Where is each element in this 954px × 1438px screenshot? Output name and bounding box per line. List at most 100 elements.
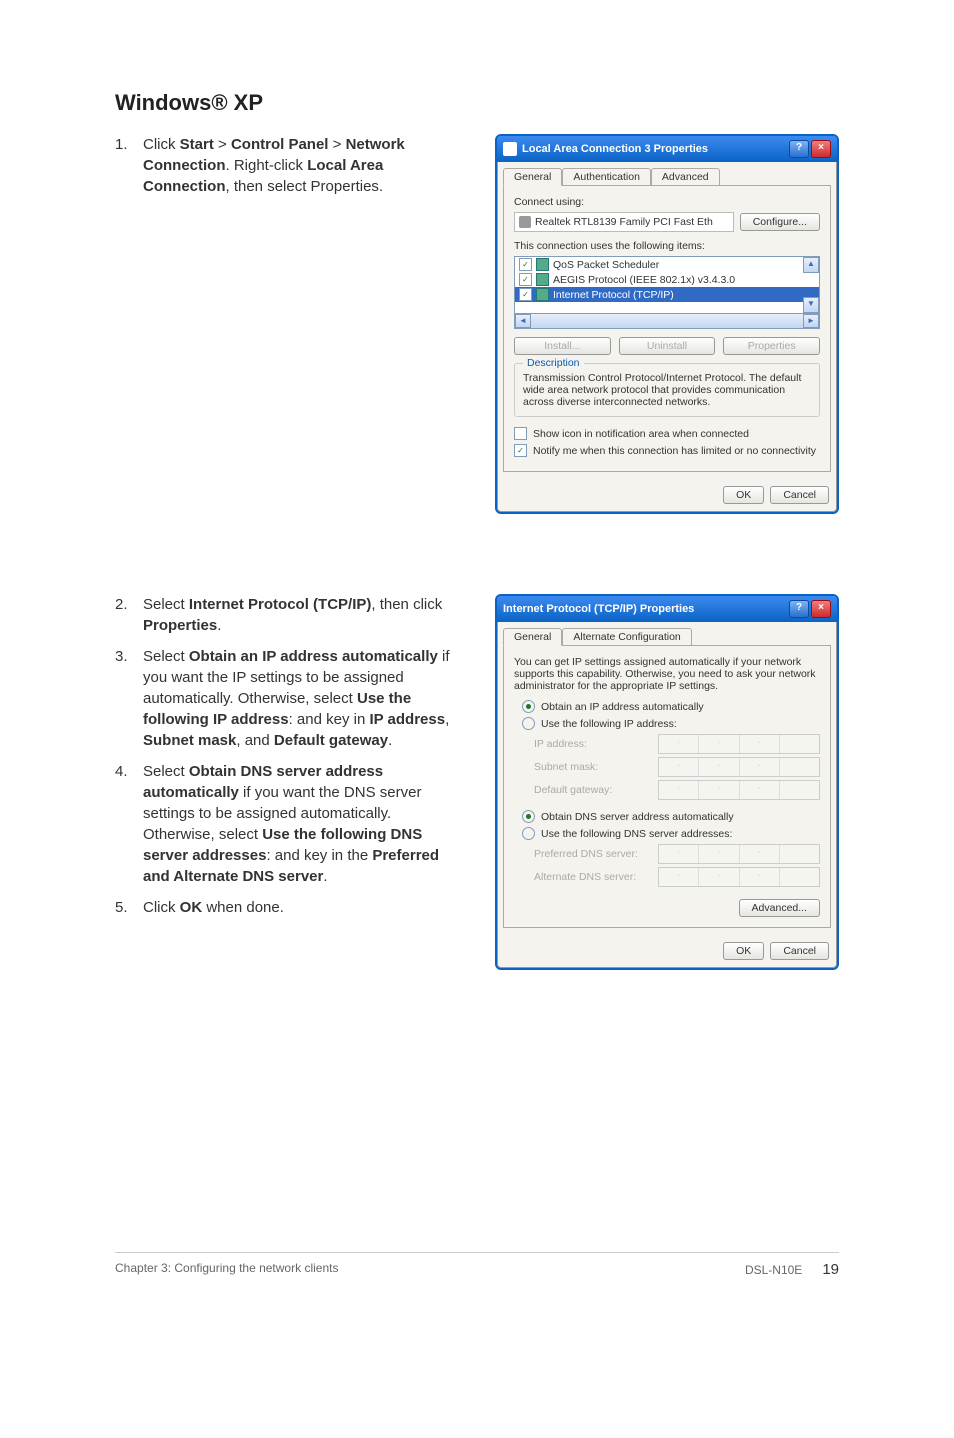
- scroll-down-icon[interactable]: ▼: [803, 297, 819, 313]
- radio-use-ip[interactable]: [522, 717, 535, 730]
- titlebar: Local Area Connection 3 Properties ? ×: [497, 136, 837, 162]
- uses-items-label: This connection uses the following items…: [514, 240, 820, 252]
- checkbox-show-icon[interactable]: ✓: [514, 427, 527, 440]
- cancel-button[interactable]: Cancel: [770, 942, 829, 960]
- help-button[interactable]: ?: [789, 140, 809, 158]
- obtain-dns-label: Obtain DNS server address automatically: [541, 811, 734, 823]
- tabs: General Alternate Configuration: [497, 622, 837, 645]
- footer-model: DSL-N10E: [745, 1263, 802, 1277]
- step-4: 4. Select Obtain DNS server address auto…: [115, 761, 465, 887]
- protocol-icon: [536, 288, 549, 301]
- close-button[interactable]: ×: [811, 140, 831, 158]
- tabs: General Authentication Advanced: [497, 162, 837, 185]
- tab-advanced[interactable]: Advanced: [651, 168, 720, 185]
- heading-text: Windows® XP: [115, 90, 263, 115]
- install-button[interactable]: Install...: [514, 337, 611, 355]
- window-icon: [503, 142, 517, 156]
- alt-dns-field: ...: [658, 867, 820, 887]
- help-button[interactable]: ?: [789, 600, 809, 618]
- step-num: 5.: [115, 897, 143, 918]
- gateway-field: ...: [658, 780, 820, 800]
- use-dns-label: Use the following DNS server addresses:: [541, 828, 732, 840]
- checkbox-icon[interactable]: ✓: [519, 273, 532, 286]
- window-title: Local Area Connection 3 Properties: [522, 143, 708, 155]
- step-2: 2. Select Internet Protocol (TCP/IP), th…: [115, 594, 465, 636]
- list-item-selected[interactable]: ✓Internet Protocol (TCP/IP): [515, 287, 819, 302]
- scroll-left-icon[interactable]: ◄: [515, 314, 531, 328]
- step-num: 1.: [115, 134, 143, 197]
- dialog-footer: OK Cancel: [497, 934, 837, 968]
- ok-button[interactable]: OK: [723, 942, 764, 960]
- subnet-label: Subnet mask:: [534, 761, 598, 773]
- checkbox-notify[interactable]: ✓: [514, 444, 527, 457]
- footer-right: DSL-N10E 19: [745, 1261, 839, 1278]
- subnet-field: ...: [658, 757, 820, 777]
- list-item[interactable]: ✓AEGIS Protocol (IEEE 802.1x) v3.4.3.0: [515, 272, 819, 287]
- connect-using-label: Connect using:: [514, 196, 820, 208]
- step-5: 5. Click OK when done.: [115, 897, 465, 918]
- tab-general[interactable]: General: [503, 168, 562, 186]
- description-text: Transmission Control Protocol/Internet P…: [523, 372, 811, 408]
- items-listbox[interactable]: ✓QoS Packet Scheduler ✓AEGIS Protocol (I…: [514, 256, 820, 314]
- adapter-name: Realtek RTL8139 Family PCI Fast Eth: [535, 216, 713, 228]
- titlebar: Internet Protocol (TCP/IP) Properties ? …: [497, 596, 837, 622]
- step-text: Select Internet Protocol (TCP/IP), then …: [143, 594, 465, 636]
- alt-dns-row: Alternate DNS server: ...: [534, 867, 820, 887]
- step-text: Click OK when done.: [143, 897, 465, 918]
- page-footer: Chapter 3: Configuring the network clien…: [115, 1252, 839, 1278]
- tcpip-properties-dialog: Internet Protocol (TCP/IP) Properties ? …: [495, 594, 839, 970]
- scroll-up-icon[interactable]: ▲: [803, 257, 819, 273]
- tab-general[interactable]: General: [503, 628, 562, 646]
- scroll-right-icon[interactable]: ►: [803, 314, 819, 328]
- pref-dns-field: ...: [658, 844, 820, 864]
- description-legend: Description: [523, 357, 584, 369]
- tab-body: Connect using: Realtek RTL8139 Family PC…: [503, 185, 831, 472]
- gateway-row: Default gateway: ...: [534, 780, 820, 800]
- checkbox-icon[interactable]: ✓: [519, 258, 532, 271]
- pref-dns-row: Preferred DNS server: ...: [534, 844, 820, 864]
- step-num: 3.: [115, 646, 143, 751]
- checkbox-icon[interactable]: ✓: [519, 288, 532, 301]
- footer-chapter: Chapter 3: Configuring the network clien…: [115, 1261, 338, 1278]
- protocol-icon: [536, 273, 549, 286]
- ok-button[interactable]: OK: [723, 486, 764, 504]
- notify-label: Notify me when this connection has limit…: [533, 445, 816, 457]
- intro-text: You can get IP settings assigned automat…: [514, 656, 820, 692]
- radio-obtain-dns[interactable]: [522, 810, 535, 823]
- horizontal-scrollbar[interactable]: ◄ ►: [514, 314, 820, 329]
- dialog-footer: OK Cancel: [497, 478, 837, 512]
- subnet-row: Subnet mask: ...: [534, 757, 820, 777]
- step-text: Select Obtain DNS server address automat…: [143, 761, 465, 887]
- ip-address-label: IP address:: [534, 738, 587, 750]
- page-title: Windows® XP: [115, 90, 839, 116]
- gateway-label: Default gateway:: [534, 784, 612, 796]
- step-3: 3. Select Obtain an IP address automatic…: [115, 646, 465, 751]
- obtain-ip-label: Obtain an IP address automatically: [541, 701, 704, 713]
- ip-address-field: ...: [658, 734, 820, 754]
- window-title: Internet Protocol (TCP/IP) Properties: [503, 603, 694, 615]
- pref-dns-label: Preferred DNS server:: [534, 848, 638, 860]
- tab-body: You can get IP settings assigned automat…: [503, 645, 831, 928]
- footer-page: 19: [822, 1261, 839, 1278]
- close-button[interactable]: ×: [811, 600, 831, 618]
- properties-button[interactable]: Properties: [723, 337, 820, 355]
- tab-alternate[interactable]: Alternate Configuration: [562, 628, 691, 645]
- step-text: Click Start > Control Panel > Network Co…: [143, 134, 465, 197]
- adapter-field: Realtek RTL8139 Family PCI Fast Eth: [514, 212, 734, 232]
- ip-address-row: IP address: ...: [534, 734, 820, 754]
- advanced-button[interactable]: Advanced...: [739, 899, 820, 917]
- cancel-button[interactable]: Cancel: [770, 486, 829, 504]
- description-group: Description Transmission Control Protoco…: [514, 363, 820, 417]
- radio-use-dns[interactable]: [522, 827, 535, 840]
- configure-button[interactable]: Configure...: [740, 213, 820, 231]
- radio-obtain-ip[interactable]: [522, 700, 535, 713]
- uninstall-button[interactable]: Uninstall: [619, 337, 716, 355]
- alt-dns-label: Alternate DNS server:: [534, 871, 636, 883]
- use-ip-label: Use the following IP address:: [541, 718, 677, 730]
- list-item[interactable]: ✓QoS Packet Scheduler: [515, 257, 819, 272]
- tab-authentication[interactable]: Authentication: [562, 168, 651, 185]
- step-num: 2.: [115, 594, 143, 636]
- lan-properties-dialog: Local Area Connection 3 Properties ? × G…: [495, 134, 839, 514]
- step-text: Select Obtain an IP address automaticall…: [143, 646, 465, 751]
- protocol-icon: [536, 258, 549, 271]
